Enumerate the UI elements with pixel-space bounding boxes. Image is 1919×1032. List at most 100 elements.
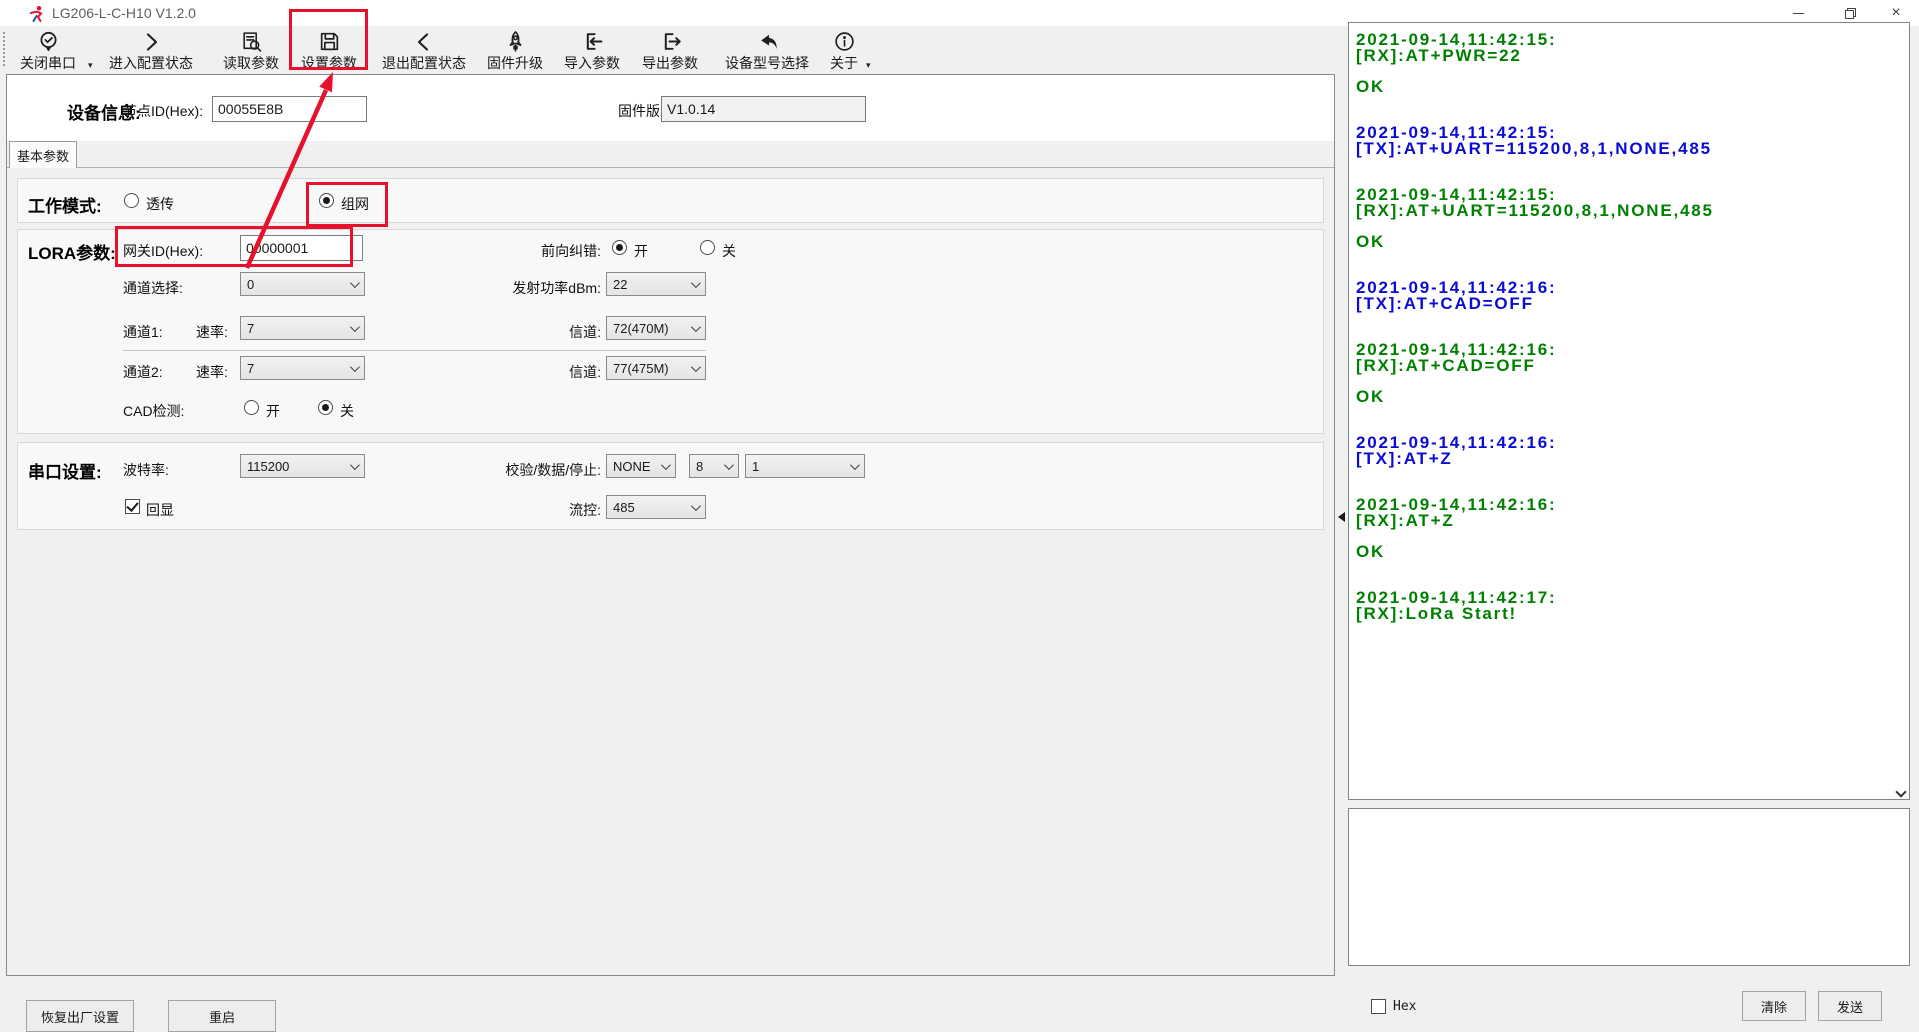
toolbar-button-about[interactable]: 关于 — [826, 28, 862, 71]
factory-reset-button[interactable]: 恢复出厂设置 — [26, 1000, 134, 1032]
log-line: 2021-09-14,11:42:16: — [1356, 278, 1909, 294]
toolbar-button-export-params[interactable]: 导出参数 — [633, 28, 707, 71]
tx-power-label: 发射功率dBm: — [498, 278, 601, 298]
info-icon — [826, 28, 862, 55]
serial-settings-label: 串口设置: — [28, 458, 102, 483]
chevron-down-icon — [691, 278, 701, 288]
log-line: OK — [1356, 77, 1909, 93]
restart-button[interactable]: 重启 — [168, 1000, 276, 1032]
work-mode-group: 工作模式: 透传 组网 — [17, 178, 1324, 223]
log-line: OK — [1356, 232, 1909, 248]
chevron-down-icon — [850, 460, 860, 470]
read-params-doc-search-icon — [212, 28, 290, 55]
splitter-collapse-icon[interactable] — [1338, 512, 1345, 522]
cad-on-radio[interactable] — [244, 400, 259, 415]
minimize-icon — [1793, 13, 1804, 14]
send-input-box[interactable] — [1348, 808, 1910, 966]
log-line: 2021-09-14,11:42:17: — [1356, 588, 1909, 604]
cad-detect-label: CAD检测: — [123, 401, 184, 421]
chevron-down-icon — [350, 278, 360, 288]
channel1-rate-label: 速率: — [196, 322, 228, 342]
toolbar-button-firmware-upgrade[interactable]: 固件升级 — [480, 28, 550, 71]
toolbar-button-exit-config[interactable]: 退出配置状态 — [369, 28, 479, 71]
work-mode-transparent-radio[interactable] — [124, 193, 139, 208]
parity-data-stop-label: 校验/数据/停止: — [490, 460, 601, 480]
gateway-id-input[interactable]: 00000001 — [240, 235, 363, 261]
panel-splitter[interactable] — [1336, 74, 1347, 976]
config-panel: 设备信息: 节点ID(Hex): 00055E8B 固件版本: V1.0.14 … — [6, 74, 1335, 976]
fec-on-label: 开 — [634, 241, 648, 261]
scroll-down-icon[interactable] — [1895, 786, 1906, 797]
fec-label: 前向纠错: — [513, 241, 601, 261]
log-line: [RX]:AT+PWR=22 — [1356, 46, 1909, 62]
clear-button[interactable]: 清除 — [1742, 991, 1806, 1021]
hex-checkbox[interactable] — [1371, 999, 1386, 1014]
tab-basic-params[interactable]: 基本参数 — [9, 141, 77, 168]
gateway-id-label: 网关ID(Hex): — [123, 241, 203, 261]
work-mode-label: 工作模式: — [28, 192, 102, 217]
toolbar-button-enter-config[interactable]: 进入配置状态 — [95, 28, 207, 71]
chevron-down-icon — [350, 460, 360, 470]
work-mode-network-label: 组网 — [341, 194, 369, 214]
cad-off-label: 关 — [340, 401, 354, 421]
echo-checkbox[interactable] — [125, 499, 140, 514]
save-icon — [292, 28, 366, 55]
channel2-channel-label: 信道: — [549, 362, 601, 382]
work-mode-network-radio[interactable] — [319, 193, 334, 208]
log-line: OK — [1356, 542, 1909, 558]
rocket-icon — [480, 28, 550, 55]
toolbar-grip[interactable] — [3, 32, 5, 68]
node-id-input[interactable]: 00055E8B — [212, 96, 367, 122]
stop-bits-combobox[interactable]: 1 — [745, 454, 865, 478]
baud-rate-combobox[interactable]: 115200 — [240, 454, 365, 478]
flow-control-combobox[interactable]: 485 — [606, 495, 706, 519]
toolbar-button-close-serial[interactable]: 关闭串口 — [8, 28, 88, 71]
log-line: [RX]:LoRa Start! — [1356, 604, 1909, 620]
channel1-rate-combobox[interactable]: 7 — [240, 316, 365, 340]
log-line: 2021-09-14,11:42:16: — [1356, 340, 1909, 356]
fec-off-label: 关 — [722, 241, 736, 261]
log-line: [RX]:AT+Z — [1356, 511, 1909, 527]
toolbar-button-read-params[interactable]: 读取参数 — [212, 28, 290, 71]
channel1-channel-combobox[interactable]: 72(470M) — [606, 316, 706, 340]
tx-power-combobox[interactable]: 22 — [606, 272, 706, 296]
parity-combobox[interactable]: NONE — [606, 454, 676, 478]
log-line: 2021-09-14,11:42:15: — [1356, 30, 1909, 46]
about-dropdown-caret[interactable]: ▾ — [866, 60, 871, 71]
log-line: [TX]:AT+Z — [1356, 449, 1909, 465]
channel2-channel-combobox[interactable]: 77(475M) — [606, 356, 706, 380]
work-mode-transparent-label: 透传 — [146, 194, 174, 214]
at-command-log[interactable]: 2021-09-14,11:42:15: [RX]:AT+PWR=22 OK 2… — [1348, 22, 1910, 800]
toolbar-button-import-params[interactable]: 导入参数 — [556, 28, 628, 71]
channel-select-label: 通道选择: — [123, 278, 183, 298]
log-line: [TX]:AT+UART=115200,8,1,NONE,485 — [1356, 139, 1909, 155]
data-bits-combobox[interactable]: 8 — [689, 454, 739, 478]
log-line: OK — [1356, 387, 1909, 403]
chevron-down-icon — [691, 362, 701, 372]
import-icon — [556, 28, 628, 55]
fec-on-radio[interactable] — [612, 240, 627, 255]
fec-off-radio[interactable] — [700, 240, 715, 255]
flow-control-label: 流控: — [559, 500, 601, 520]
log-line: [RX]:AT+CAD=OFF — [1356, 356, 1909, 372]
channel2-rate-combobox[interactable]: 7 — [240, 356, 365, 380]
hex-label: Hex — [1393, 999, 1416, 1014]
firmware-version-input[interactable]: V1.0.14 — [661, 96, 866, 122]
undo-arrow-icon — [708, 28, 826, 55]
chevron-down-icon — [350, 322, 360, 332]
window-title: LG206-L-C-H10 V1.2.0 — [52, 5, 196, 21]
lora-params-group: LORA参数: 网关ID(Hex): 00000001 前向纠错: 开 关 通道… — [17, 229, 1324, 434]
channel-select-combobox[interactable]: 0 — [240, 272, 365, 296]
chevron-left-icon — [369, 28, 479, 55]
channel2-rate-label: 速率: — [196, 362, 228, 382]
toolbar-button-device-model-select[interactable]: 设备型号选择 — [708, 28, 826, 71]
tab-strip: 基本参数 — [7, 141, 1334, 168]
cad-on-label: 开 — [266, 401, 280, 421]
log-line: 2021-09-14,11:42:15: — [1356, 123, 1909, 139]
toolbar-button-set-params[interactable]: 设置参数 — [292, 28, 366, 71]
send-button[interactable]: 发送 — [1818, 991, 1882, 1021]
cad-off-radio[interactable] — [318, 400, 333, 415]
close-serial-dropdown-caret[interactable]: ▾ — [88, 60, 93, 71]
chevron-down-icon — [691, 322, 701, 332]
export-icon — [633, 28, 707, 55]
